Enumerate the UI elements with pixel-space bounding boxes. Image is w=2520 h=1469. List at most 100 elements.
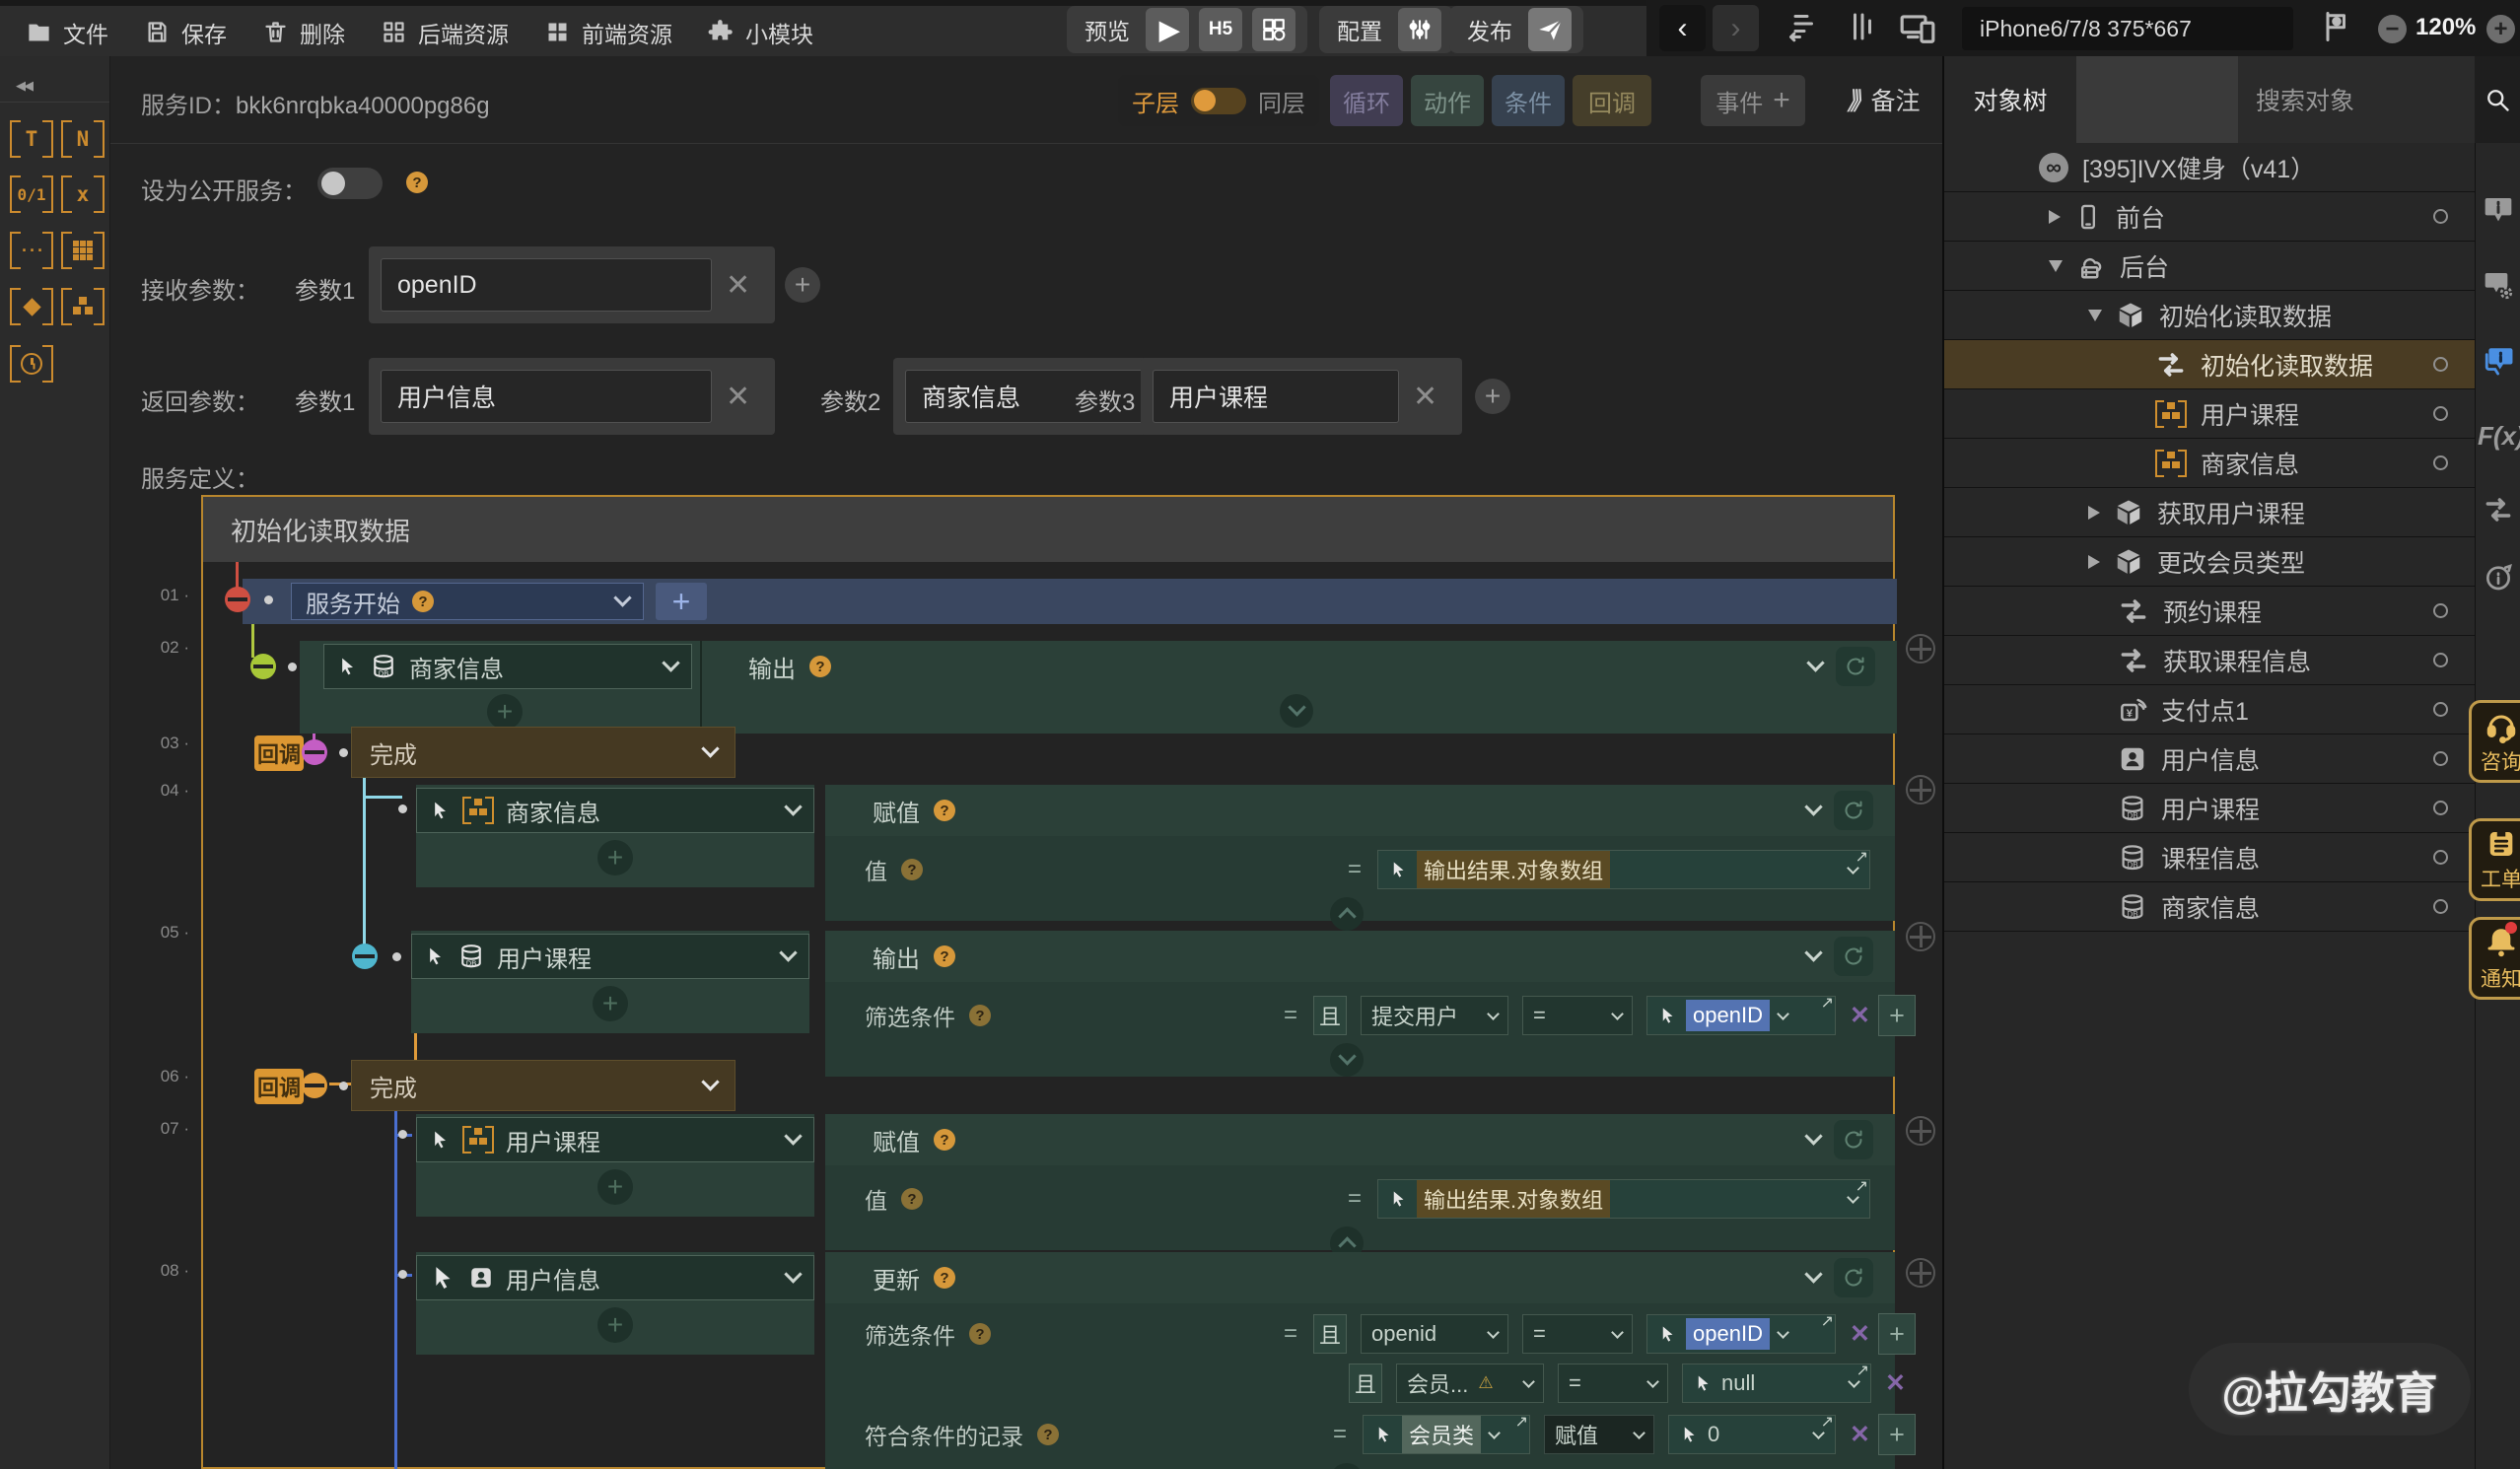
tree-radio[interactable] <box>2433 801 2448 815</box>
array-tool[interactable]: ··· <box>10 229 53 272</box>
action-row-output[interactable]: 输出 ? <box>825 931 1895 982</box>
tree-item-merchant-info-db[interactable]: DB 商家信息 <box>1944 882 2475 932</box>
nav-forward-button[interactable]: › <box>1713 5 1759 51</box>
expand-icon[interactable]: ↗ <box>1821 1311 1834 1331</box>
help-icon[interactable]: ? <box>412 591 434 612</box>
add-action-button[interactable]: + <box>597 840 633 875</box>
param-input[interactable]: openID <box>381 258 712 312</box>
chevron-down-icon[interactable] <box>1806 654 1824 671</box>
version-info-button[interactable] <box>2483 561 2514 597</box>
chevron-down-icon[interactable] <box>784 798 802 815</box>
expand-icon[interactable]: ↗ <box>1821 1412 1834 1432</box>
text-variable-tool[interactable]: T <box>10 117 53 161</box>
collapse-arrow-icon[interactable] <box>2049 260 2063 272</box>
value-binding-box[interactable]: 会员类 ↗ <box>1363 1415 1530 1454</box>
action-row-update[interactable]: 更新 ? <box>825 1252 1895 1303</box>
tree-item-init-read-data-service[interactable]: 初始化读取数据 <box>1944 340 2475 389</box>
chevron-down-icon[interactable] <box>613 589 631 606</box>
help-icon[interactable]: ? <box>809 656 831 677</box>
condition-mode-button[interactable]: 条件 <box>1492 75 1565 126</box>
add-action-button[interactable]: + <box>597 1307 633 1343</box>
chevron-down-icon[interactable] <box>1804 1127 1822 1145</box>
expand-arrow-icon[interactable] <box>2088 555 2100 569</box>
value-binding-box[interactable]: 输出结果.对象数组 ↗ <box>1377 1179 1870 1219</box>
tree-radio[interactable] <box>2433 653 2448 667</box>
add-return-param-button[interactable]: + <box>1475 379 1510 414</box>
add-step-button[interactable]: + <box>656 583 707 620</box>
table-tool[interactable] <box>61 229 105 272</box>
number-variable-tool[interactable]: N <box>61 117 105 161</box>
chevron-down-icon[interactable] <box>1777 1008 1789 1020</box>
flow-node-red[interactable] <box>225 587 250 612</box>
help-icon[interactable]: ? <box>1037 1424 1059 1445</box>
object-tool[interactable] <box>10 285 53 328</box>
target-crosshair-icon[interactable] <box>1906 1258 1935 1288</box>
collapse-arrow-icon[interactable] <box>2088 310 2102 321</box>
target-select-user-info[interactable]: 用户信息 <box>416 1255 814 1300</box>
tree-group-init-read-data[interactable]: 初始化读取数据 <box>1944 291 2475 340</box>
add-condition-button[interactable]: + <box>1878 1313 1916 1355</box>
flow-node-orange[interactable] <box>302 1073 327 1098</box>
tree-item-frontend[interactable]: 前台 <box>1944 192 2475 242</box>
expand-icon[interactable]: ↗ <box>1821 993 1834 1013</box>
callback-mode-button[interactable]: 回调 <box>1573 75 1651 126</box>
refresh-button[interactable] <box>1834 1258 1873 1297</box>
help-icon[interactable]: ? <box>406 172 428 193</box>
devices-button[interactable] <box>1897 9 1938 46</box>
frontend-resources-button[interactable]: 前端资源 <box>544 16 672 49</box>
and-chip[interactable]: 且 <box>1313 1314 1347 1354</box>
refresh-button[interactable] <box>1834 1120 1873 1159</box>
chevron-down-icon[interactable] <box>662 654 679 671</box>
help-icon[interactable]: ? <box>969 1323 991 1345</box>
value-binding-box[interactable]: openID ↗ <box>1646 1314 1836 1354</box>
action-row-assign[interactable]: 赋值 ? <box>825 785 1895 836</box>
tree-item-backend[interactable]: 后台 <box>1944 242 2475 291</box>
help-icon[interactable]: ? <box>934 1267 955 1289</box>
target-crosshair-icon[interactable] <box>1906 922 1935 951</box>
remove-param-button[interactable]: ✕ <box>1413 380 1437 414</box>
expand-arrow-icon[interactable] <box>2049 210 2061 224</box>
operator-select[interactable]: = <box>1558 1364 1668 1403</box>
tree-radio[interactable] <box>2433 406 2448 421</box>
param-input[interactable]: 用户信息 <box>381 370 712 423</box>
layers-list-button[interactable] <box>1786 9 1822 44</box>
help-icon[interactable]: ? <box>934 800 955 821</box>
tree-radio[interactable] <box>2433 603 2448 618</box>
collapse-chevron-button[interactable] <box>1330 897 1364 931</box>
flow-node-green[interactable] <box>250 654 276 679</box>
condition-field-select[interactable]: 提交用户 <box>1361 996 1508 1035</box>
chevron-down-icon[interactable] <box>701 739 719 757</box>
param-input[interactable]: 用户课程 <box>1153 370 1399 423</box>
tree-item-course-info-db[interactable]: DB 课程信息 <box>1944 833 2475 882</box>
chevron-down-icon[interactable] <box>701 1073 719 1090</box>
tree-radio[interactable] <box>2433 702 2448 717</box>
add-action-button[interactable]: + <box>593 986 628 1021</box>
help-icon[interactable]: ? <box>969 1005 991 1026</box>
layer-toggle-pill[interactable] <box>1191 88 1246 114</box>
tree-item-pay-point[interactable]: ¥ 支付点1 <box>1944 685 2475 734</box>
chevron-down-icon[interactable] <box>1804 944 1822 961</box>
fx-panel-button[interactable]: F(x) <box>2478 421 2520 452</box>
tree-radio[interactable] <box>2433 751 2448 766</box>
tree-radio[interactable] <box>2433 357 2448 372</box>
target-select-user-course[interactable]: 用户课程 <box>416 1117 814 1162</box>
expand-chevron-button[interactable] <box>1280 694 1313 728</box>
tree-radio[interactable] <box>2433 850 2448 865</box>
target-select-user-course[interactable]: DB 用户课程 <box>411 934 809 979</box>
save-button[interactable]: 保存 <box>144 16 227 49</box>
expand-icon[interactable]: ↗ <box>1856 1361 1869 1380</box>
remove-param-button[interactable]: ✕ <box>726 268 750 303</box>
tree-item-user-info-db[interactable]: 用户信息 <box>1944 734 2475 784</box>
expand-chevron-button[interactable] <box>1330 1463 1364 1469</box>
action-mode-button[interactable]: 动作 <box>1411 75 1484 126</box>
object-array-tool[interactable] <box>61 285 105 328</box>
refresh-button[interactable] <box>1836 647 1875 686</box>
chevron-down-icon[interactable] <box>779 944 797 961</box>
ticket-button[interactable]: 工单 <box>2469 818 2520 901</box>
chevron-down-icon[interactable] <box>1777 1326 1789 1339</box>
flow-title-bar[interactable]: 初始化读取数据 <box>203 497 1893 562</box>
publish-button[interactable] <box>1528 8 1572 51</box>
chevron-down-icon[interactable] <box>1804 798 1822 815</box>
chevron-down-icon[interactable] <box>784 1127 802 1145</box>
notify-button[interactable]: 通知 <box>2469 917 2520 1000</box>
